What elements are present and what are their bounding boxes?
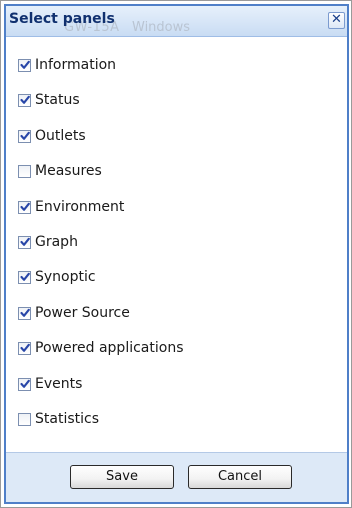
checkbox-checked[interactable] bbox=[18, 58, 31, 72]
save-button[interactable]: Save bbox=[70, 465, 174, 489]
checkbox-checked[interactable] bbox=[18, 270, 31, 284]
panel-option-row[interactable]: Statistics bbox=[18, 410, 318, 428]
checkbox-checked[interactable] bbox=[18, 93, 31, 107]
checkmark-icon bbox=[20, 60, 30, 69]
panel-option-label: Powered applications bbox=[35, 340, 184, 356]
panel-option-row[interactable]: Power Source bbox=[18, 304, 318, 322]
close-icon[interactable]: ✕ bbox=[328, 12, 345, 29]
panel-option-label: Information bbox=[35, 57, 117, 73]
checkbox-unchecked[interactable] bbox=[18, 164, 31, 178]
checkmark-icon bbox=[20, 95, 30, 104]
dialog-title: Select panels bbox=[9, 11, 115, 27]
dialog-titlebar[interactable]: GW-15A Windows Select panels ✕ bbox=[6, 6, 347, 37]
checkmark-icon bbox=[20, 379, 30, 388]
panel-option-label: Status bbox=[35, 92, 80, 108]
panel-option-row[interactable]: Powered applications bbox=[18, 339, 318, 357]
background-window-text: Windows bbox=[132, 20, 191, 35]
checkmark-icon bbox=[20, 202, 30, 211]
checkbox-checked[interactable] bbox=[18, 129, 31, 143]
select-panels-dialog: GW-15A Windows Select panels ✕ Informati… bbox=[4, 4, 349, 504]
panel-option-row[interactable]: Information bbox=[18, 56, 318, 74]
panel-option-label: Graph bbox=[35, 234, 78, 250]
checkbox-checked[interactable] bbox=[18, 235, 31, 249]
checkmark-icon bbox=[20, 237, 30, 246]
panel-option-label: Measures bbox=[35, 163, 102, 179]
checkmark-icon bbox=[20, 131, 30, 140]
panel-option-label: Statistics bbox=[35, 411, 99, 427]
panel-option-row[interactable]: Synoptic bbox=[18, 268, 318, 286]
panel-option-row[interactable]: Events bbox=[18, 375, 318, 393]
checkmark-icon bbox=[20, 343, 30, 352]
checkbox-checked[interactable] bbox=[18, 377, 31, 391]
panel-option-label: Synoptic bbox=[35, 269, 96, 285]
panel-option-row[interactable]: Measures bbox=[18, 162, 318, 180]
panel-option-row[interactable]: Status bbox=[18, 91, 318, 109]
panel-option-row[interactable]: Graph bbox=[18, 233, 318, 251]
checkmark-icon bbox=[20, 272, 30, 281]
panel-option-label: Outlets bbox=[35, 128, 86, 144]
checkbox-checked[interactable] bbox=[18, 200, 31, 214]
panel-option-row[interactable]: Environment bbox=[18, 198, 318, 216]
screenshot-frame: GW-15A Windows Select panels ✕ Informati… bbox=[0, 0, 352, 508]
dialog-footer: Save Cancel bbox=[6, 452, 347, 502]
panel-option-row[interactable]: Outlets bbox=[18, 127, 318, 145]
checkmark-icon bbox=[20, 308, 30, 317]
checkbox-checked[interactable] bbox=[18, 306, 31, 320]
checkbox-unchecked[interactable] bbox=[18, 412, 31, 426]
panel-option-label: Power Source bbox=[35, 305, 130, 321]
checkbox-checked[interactable] bbox=[18, 341, 31, 355]
panel-option-label: Environment bbox=[35, 199, 125, 215]
cancel-button[interactable]: Cancel bbox=[188, 465, 292, 489]
panel-option-label: Events bbox=[35, 376, 83, 392]
